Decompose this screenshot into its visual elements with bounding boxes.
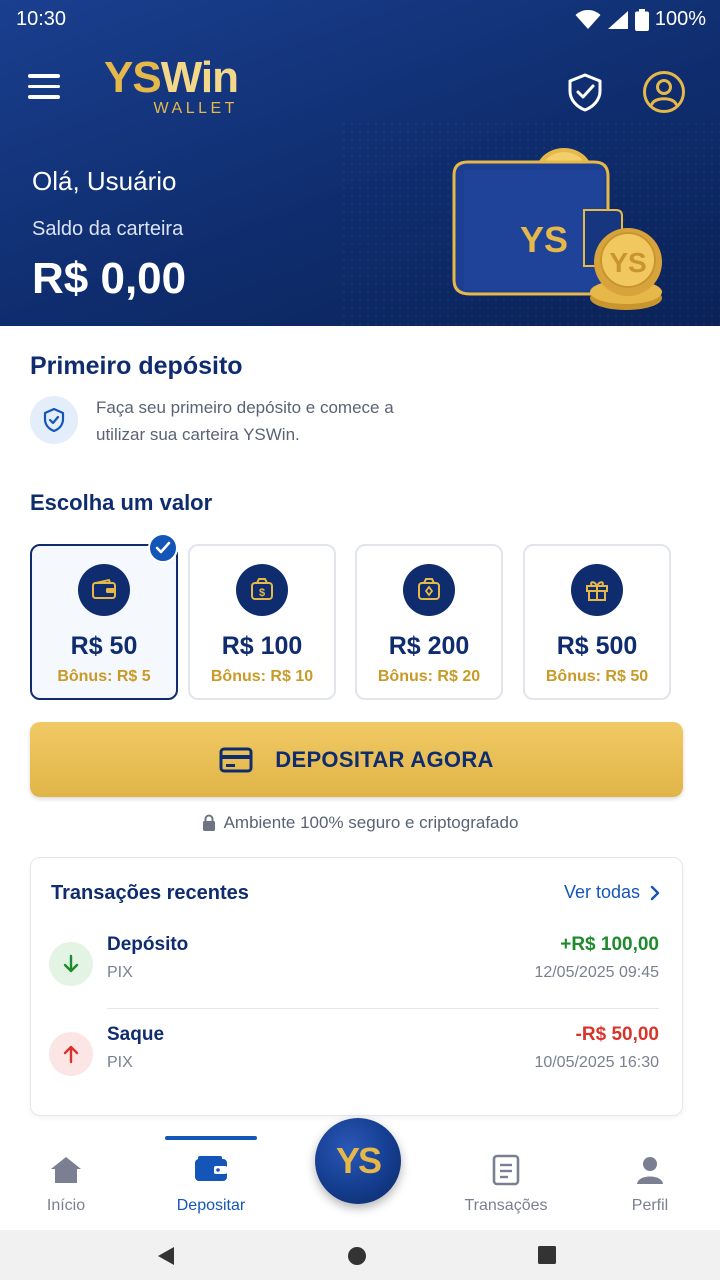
system-navigation-bar: [0, 1230, 720, 1280]
recent-transactions-card: Transações recentes Ver todas Depósito P…: [30, 857, 683, 1116]
security-button[interactable]: [566, 72, 604, 112]
credit-card-icon: [219, 747, 253, 772]
logo-subtitle: WALLET: [153, 100, 238, 117]
first-deposit-title: Primeiro depósito: [30, 352, 243, 380]
status-time: 10:30: [16, 8, 67, 30]
user-circle-icon: [643, 71, 685, 113]
nav-home[interactable]: Início: [16, 1134, 116, 1230]
divider: [107, 1008, 659, 1009]
greeting: Olá, Usuário: [32, 166, 177, 196]
amount-icon-circle: [403, 564, 455, 616]
wallet-header: 10:30 100% YSWin WALLET Olá, Usuário Sal…: [0, 0, 720, 326]
transaction-row[interactable]: Depósito PIX +R$ 100,00 12/05/2025 09:45: [49, 930, 659, 1000]
amount-icon-circle: [571, 564, 623, 616]
battery-percent: 100%: [654, 8, 706, 30]
home-icon: [51, 1157, 81, 1183]
transaction-row[interactable]: Saque PIX -R$ 50,00 10/05/2025 16:30: [49, 1020, 659, 1090]
document-icon: [492, 1154, 520, 1186]
nav-label: Transações: [464, 1197, 548, 1214]
selected-check-icon: [148, 533, 178, 563]
transaction-date: 10/05/2025 16:30: [534, 1054, 659, 1071]
nav-deposit[interactable]: Depositar: [160, 1134, 262, 1230]
wallet-icon: [92, 578, 116, 599]
hamburger-line: [28, 95, 60, 99]
amount-option-100[interactable]: $ R$ 100 Bônus: R$ 10: [188, 544, 336, 700]
transaction-amount: -R$ 50,00: [575, 1024, 659, 1045]
transactions-title: Transações recentes: [51, 882, 249, 904]
amount-option-50[interactable]: R$ 50 Bônus: R$ 5: [30, 544, 178, 700]
transaction-amount: +R$ 100,00: [560, 934, 659, 955]
transaction-method: PIX: [107, 964, 133, 981]
nav-label: Perfil: [631, 1197, 669, 1214]
status-bar: 10:30 100%: [0, 0, 720, 40]
chevron-right-icon: [650, 885, 660, 900]
balance-value: R$ 0,00: [32, 254, 187, 303]
amount-icon-circle: $: [236, 564, 288, 616]
amount-value: R$ 200: [388, 632, 470, 660]
battery-icon: [634, 8, 649, 31]
transaction-name: Saque: [107, 1024, 165, 1045]
signal-icon: [607, 10, 628, 29]
shield-check-icon: [43, 407, 65, 433]
balance-label: Saldo da carteira: [32, 218, 184, 240]
deposit-now-button[interactable]: DEPOSITAR AGORA: [30, 722, 683, 797]
choose-amount-title: Escolha um valor: [30, 490, 213, 515]
amount-value: R$ 100: [221, 632, 303, 660]
withdraw-direction-badge: [49, 1032, 93, 1076]
amount-icon-circle: [78, 564, 130, 616]
amount-option-200[interactable]: R$ 200 Bônus: R$ 20: [355, 544, 503, 700]
amount-value: R$ 50: [70, 632, 138, 660]
logo-ys: YS: [104, 53, 162, 102]
wallet-illustration: YS YS: [452, 148, 662, 310]
transaction-name: Depósito: [107, 934, 189, 955]
deposit-direction-badge: [49, 942, 93, 986]
back-icon[interactable]: [156, 1245, 176, 1267]
amount-bonus: Bônus: R$ 20: [377, 668, 481, 685]
deposit-now-label: DEPOSITAR AGORA: [275, 746, 494, 772]
brand-logo: YSWin WALLET: [104, 53, 239, 118]
first-deposit-description: Faça seu primeiro depósito e comece a ut…: [96, 398, 394, 444]
coin-ys-badge: YS: [609, 247, 646, 278]
wallet-ys-badge: YS: [520, 219, 568, 260]
arrow-up-icon: [63, 1045, 79, 1064]
first-deposit-badge: [30, 396, 78, 444]
svg-text:$: $: [259, 587, 265, 599]
see-all-label: Ver todas: [563, 882, 640, 902]
wifi-icon: [575, 9, 601, 29]
shield-check-icon: [568, 73, 602, 112]
amount-option-500[interactable]: R$ 500 Bônus: R$ 50: [523, 544, 671, 700]
transaction-method: PIX: [107, 1054, 133, 1071]
amount-bonus: Bônus: R$ 5: [57, 668, 151, 685]
gift-icon: [586, 581, 608, 601]
menu-button[interactable]: [28, 74, 66, 106]
ys-center-button[interactable]: YS: [315, 1118, 401, 1204]
money-bag-icon: $: [251, 578, 273, 600]
hamburger-line: [28, 84, 60, 88]
amount-value: R$ 500: [556, 632, 638, 660]
user-icon: [637, 1157, 663, 1184]
see-all-link[interactable]: Ver todas: [564, 882, 660, 903]
wallet-icon: [195, 1156, 227, 1181]
nav-profile[interactable]: Perfil: [600, 1134, 700, 1230]
secure-note-text: Ambiente 100% seguro e criptografado: [223, 813, 519, 832]
lock-icon: [202, 814, 215, 831]
secure-note: Ambiente 100% seguro e criptografado: [0, 813, 720, 833]
nav-label: Depositar: [176, 1197, 246, 1214]
money-bag-icon: [418, 578, 440, 600]
ys-center-label: YS: [335, 1140, 382, 1181]
recents-icon[interactable]: [538, 1246, 556, 1264]
amount-bonus: Bônus: R$ 50: [545, 668, 649, 685]
amount-bonus: Bônus: R$ 10: [210, 668, 314, 685]
arrow-down-icon: [63, 954, 79, 973]
nav-transactions[interactable]: Transações: [456, 1134, 556, 1230]
nav-label: Início: [46, 1197, 86, 1214]
home-circle-icon[interactable]: [347, 1246, 367, 1266]
transaction-date: 12/05/2025 09:45: [534, 964, 659, 981]
hamburger-line: [28, 74, 60, 78]
profile-button[interactable]: [642, 70, 686, 114]
logo-win: Win: [160, 53, 239, 102]
